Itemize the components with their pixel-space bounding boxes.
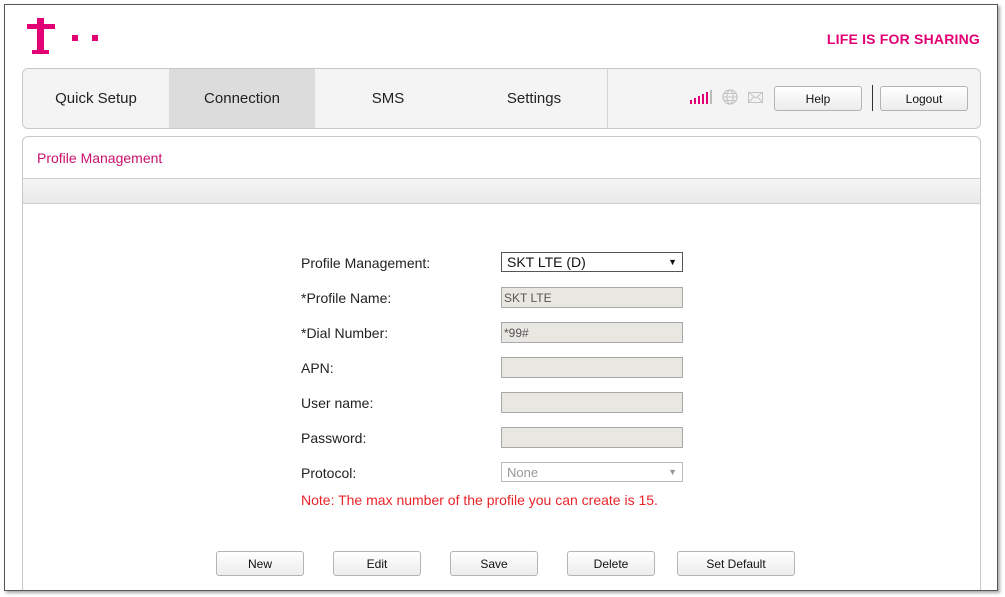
profile-name-input[interactable]: SKT LTE xyxy=(501,287,683,308)
user-name-input[interactable] xyxy=(501,392,683,413)
dial-number-row: *Dial Number: *99# xyxy=(301,322,721,344)
panel-header-band xyxy=(23,178,980,204)
profile-panel: Profile Management Profile Management: S… xyxy=(22,136,981,590)
profile-management-row: Profile Management: SKT LTE (D) ▼ xyxy=(301,252,721,274)
profile-management-select[interactable]: SKT LTE (D) ▼ xyxy=(501,252,683,272)
app-window: LIFE IS FOR SHARING Quick Setup Connecti… xyxy=(4,4,998,591)
edit-button[interactable]: Edit xyxy=(333,551,421,576)
dropdown-arrow-icon: ▼ xyxy=(668,257,677,267)
mail-icon xyxy=(748,91,763,103)
profile-management-label: Profile Management: xyxy=(301,255,431,271)
password-label: Password: xyxy=(301,430,367,446)
tab-quick-setup[interactable]: Quick Setup xyxy=(23,69,170,128)
tab-connection[interactable]: Connection xyxy=(169,69,316,128)
tab-sms[interactable]: SMS xyxy=(315,69,462,128)
signal-strength-icon xyxy=(690,90,712,104)
globe-icon xyxy=(722,89,738,105)
delete-button[interactable]: Delete xyxy=(567,551,655,576)
tab-settings[interactable]: Settings xyxy=(461,69,608,128)
save-button[interactable]: Save xyxy=(450,551,538,576)
profile-name-label: *Profile Name: xyxy=(301,290,392,306)
user-name-row: User name: xyxy=(301,392,721,414)
profile-management-value: SKT LTE (D) xyxy=(507,254,586,270)
profile-name-row: *Profile Name: SKT LTE xyxy=(301,287,721,309)
page-title: Profile Management xyxy=(37,150,163,166)
nav-divider xyxy=(872,85,873,111)
telekom-logo xyxy=(27,18,117,60)
dial-number-label: *Dial Number: xyxy=(301,325,389,341)
password-input[interactable] xyxy=(501,427,683,448)
status-icons xyxy=(690,89,763,105)
brand-tagline: LIFE IS FOR SHARING xyxy=(826,31,980,47)
user-name-label: User name: xyxy=(301,395,374,411)
main-nav: Quick Setup Connection SMS Settings Help… xyxy=(22,68,981,129)
apn-input[interactable] xyxy=(501,357,683,378)
protocol-row: Protocol: None ▼ xyxy=(301,462,721,484)
profile-limit-note: Note: The max number of the profile you … xyxy=(301,492,658,508)
dropdown-arrow-icon: ▼ xyxy=(668,467,677,477)
password-row: Password: xyxy=(301,427,721,449)
apn-row: APN: xyxy=(301,357,721,379)
help-button[interactable]: Help xyxy=(774,86,862,111)
set-default-button[interactable]: Set Default xyxy=(677,551,795,576)
logout-button[interactable]: Logout xyxy=(880,86,968,111)
apn-label: APN: xyxy=(301,360,334,376)
protocol-value: None xyxy=(507,464,539,480)
protocol-label: Protocol: xyxy=(301,465,357,481)
dial-number-input[interactable]: *99# xyxy=(501,322,683,343)
protocol-select[interactable]: None ▼ xyxy=(501,462,683,482)
new-button[interactable]: New xyxy=(216,551,304,576)
